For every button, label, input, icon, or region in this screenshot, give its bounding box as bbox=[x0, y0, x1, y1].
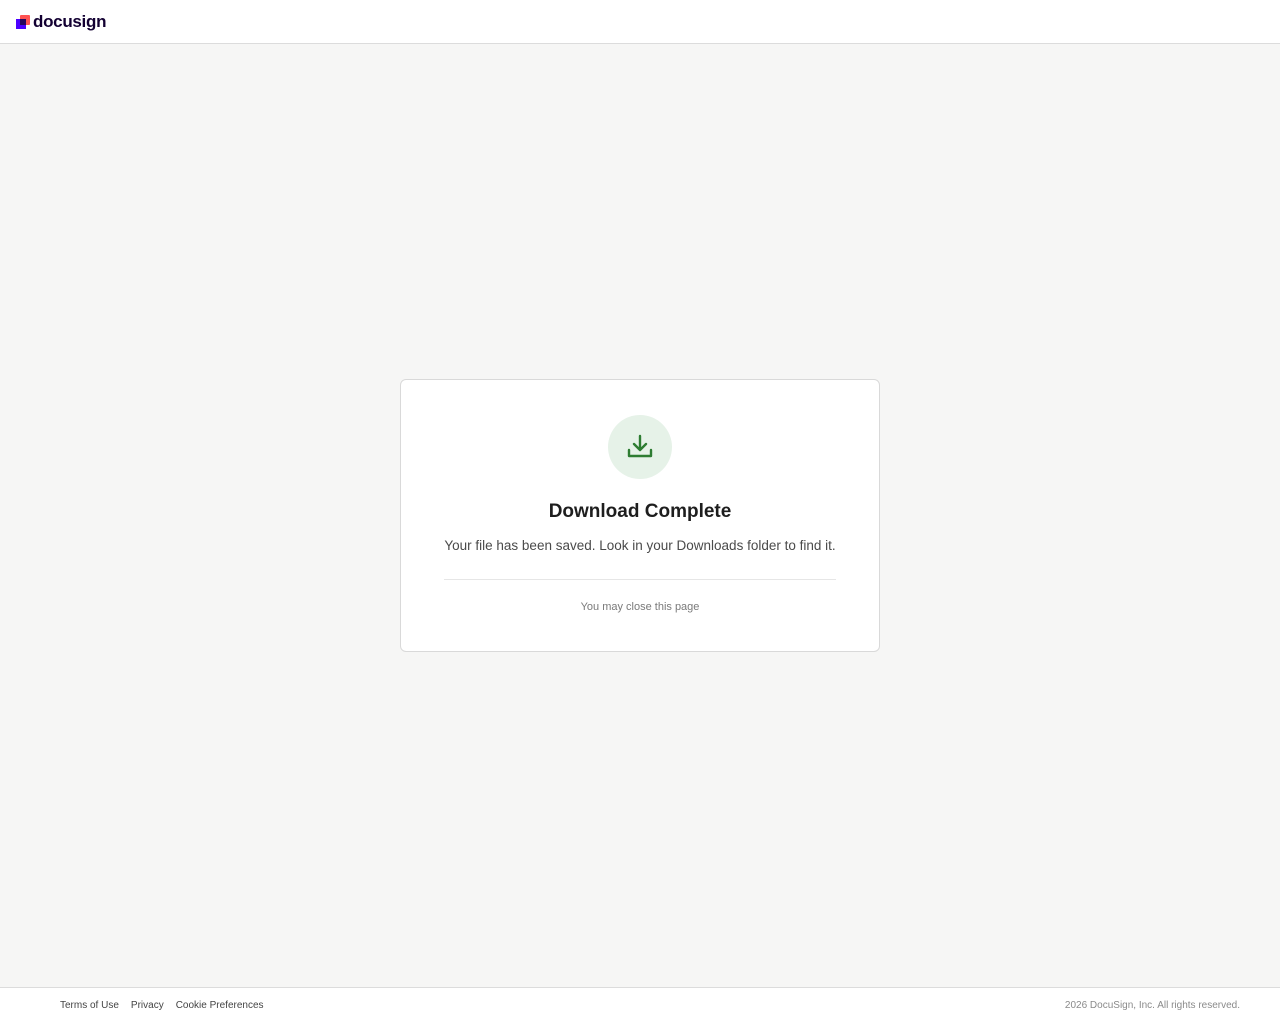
terms-of-use-link[interactable]: Terms of Use bbox=[60, 1000, 119, 1011]
saved-message: Your file has been saved. Look in your D… bbox=[444, 538, 836, 553]
page-title: Download Complete bbox=[548, 501, 732, 522]
footer-links: Terms of Use Privacy Cookie Preferences bbox=[60, 1000, 264, 1011]
copyright-text: 2026 DocuSign, Inc. All rights reserved. bbox=[1064, 1000, 1240, 1011]
download-icon-badge bbox=[608, 415, 672, 479]
logo-text: docusign bbox=[33, 12, 107, 31]
divider bbox=[444, 579, 836, 580]
cookie-preferences-link[interactable]: Cookie Preferences bbox=[176, 1000, 264, 1011]
docusign-logo-mark-icon bbox=[16, 15, 30, 29]
privacy-link[interactable]: Privacy bbox=[131, 1000, 164, 1011]
download-complete-card: Download Complete Your file has been sav… bbox=[400, 379, 880, 652]
footer: Terms of Use Privacy Cookie Preferences … bbox=[0, 987, 1280, 1024]
top-header: docusign bbox=[0, 0, 1280, 44]
docusign-logo[interactable]: docusign bbox=[16, 12, 106, 32]
download-icon bbox=[627, 434, 653, 458]
close-page-note: You may close this page bbox=[580, 601, 700, 613]
